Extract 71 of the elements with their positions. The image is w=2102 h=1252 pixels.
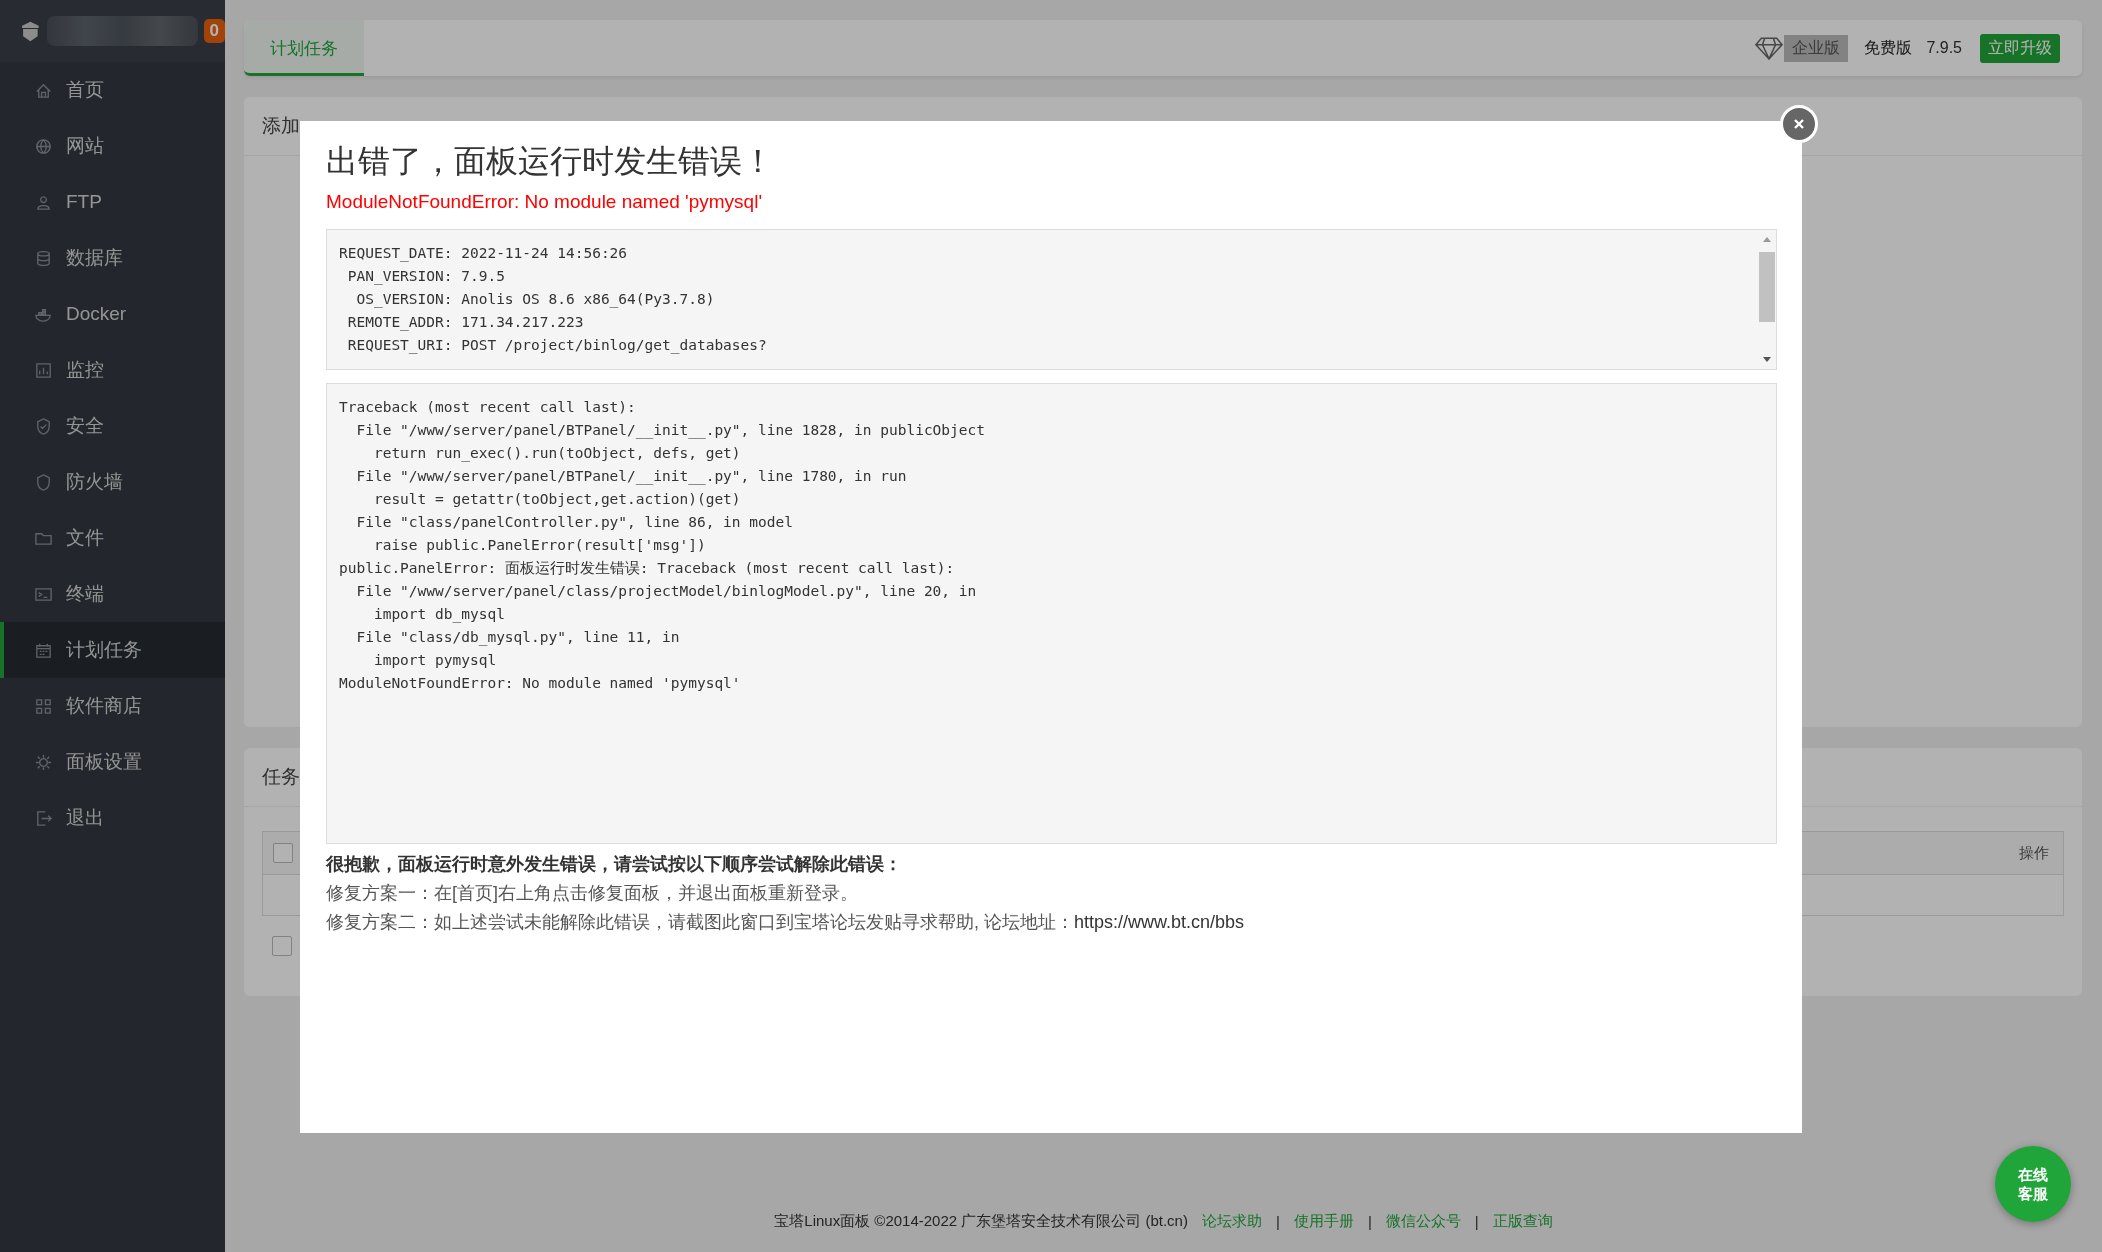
error-message: ModuleNotFoundError: No module named 'pymysql' — [326, 190, 763, 213]
footer-link[interactable]: 使用手册 — [1293, 1211, 1354, 1231]
notification-badge[interactable]: 0 — [203, 19, 225, 43]
diamond-icon — [1754, 36, 1785, 60]
code-line: raise public.PanelError(result['msg']) — [372, 535, 707, 555]
code-line: File "/www/server/panel/BTPanel/__init__.py", line 1780, in run — [355, 466, 908, 487]
code-line: REQUEST_URI: POST /project/binlog/get_databases? — [346, 335, 768, 356]
version-label: 7.9.5 — [1926, 39, 1962, 57]
separator: | — [1474, 1212, 1479, 1230]
logout-icon — [34, 808, 53, 828]
sidebar-item[interactable]: 面板设置 — [0, 734, 225, 790]
dialog-title: 出错了，面板运行时发生错误！ — [326, 142, 775, 181]
globe-icon — [34, 136, 53, 156]
sidebar-item[interactable]: Docker — [0, 286, 225, 342]
code-line: result = getattr(toObject,get.action)(get) — [372, 489, 742, 509]
code-line: ModuleNotFoundError: No module named 'pymysql' — [339, 673, 742, 693]
panel-title: 任务 — [262, 765, 300, 789]
footer-link[interactable]: 论坛求助 — [1201, 1211, 1262, 1231]
footer-link[interactable]: 微信公众号 — [1385, 1211, 1461, 1231]
sidebar-item[interactable]: 首页 — [0, 62, 225, 118]
edition-label: 免费版 — [1864, 37, 1913, 58]
sidebar-item[interactable]: 网站 — [0, 118, 225, 174]
code-line: OS_VERSION: Anolis OS 8.6 x86_64(Py3.7.8) — [355, 289, 716, 310]
code-line: File "/www/server/panel/BTPanel/__init__.py", line 1828, in publicObject — [355, 420, 986, 441]
code-line: REMOTE_ADDR: 171.34.217.223 — [346, 312, 585, 333]
sidebar-item[interactable]: 安全 — [0, 398, 225, 454]
sidebar-item[interactable]: 监控 — [0, 342, 225, 398]
code-line: REQUEST_DATE: 2022-11-24 14:56:26 — [339, 243, 629, 264]
column-header: 操作 — [2019, 843, 2049, 863]
code-line: File "class/panelController.py", line 86, in model — [355, 512, 794, 532]
help-text: 修复方案一：在[首页]右上角点击修复面板，并退出面板重新登录。 — [326, 881, 859, 905]
code-line: Traceback (most recent call last): — [339, 397, 637, 417]
sidebar-item[interactable]: 数据库 — [0, 230, 225, 286]
tab[interactable]: 计划任务 — [244, 20, 364, 76]
checkbox[interactable] — [273, 843, 293, 863]
chart-icon — [34, 360, 53, 380]
panel-title: 添加 — [262, 114, 300, 138]
sidebar-item[interactable]: 计划任务 — [0, 622, 225, 678]
copyright-text: 宝塔Linux面板 ©2014-2022 广东堡塔安全技术有限公司 (bt.cn) — [774, 1211, 1188, 1231]
code-line: public.PanelError: 面板运行时发生错误: Traceback (most recent call last): — [339, 558, 956, 578]
chat-button[interactable]: 在线客服 — [1995, 1146, 2071, 1222]
checkbox[interactable] — [272, 936, 292, 956]
sidebar-item[interactable]: 防火墙 — [0, 454, 225, 510]
sidebar-item[interactable]: 文件 — [0, 510, 225, 566]
sidebar-item[interactable]: 退出 — [0, 790, 225, 846]
code-line: PAN_VERSION: 7.9.5 — [346, 266, 506, 287]
code-line: return run_exec().run(toObject, defs, get) — [372, 443, 742, 464]
upgrade-button[interactable]: 立即升级 — [1980, 33, 2060, 63]
scroll-up-icon[interactable] — [1762, 235, 1772, 242]
shield-icon — [34, 472, 53, 492]
sidebar-item[interactable]: 终端 — [0, 566, 225, 622]
enterprise-badge[interactable]: 企业版 — [1784, 34, 1849, 62]
code-line: import pymysql — [372, 650, 498, 670]
sidebar-item[interactable]: 软件商店 — [0, 678, 225, 734]
code-line: File "/www/server/panel/class/projectModel/binlogModel.py", line 20, in — [355, 581, 978, 601]
forum-link[interactable]: https://www.bt.cn/bbs — [1074, 911, 1245, 932]
help-text: 修复方案二：如上述尝试未能解除此错误，请截图此窗口到宝塔论坛发贴寻求帮助, 论坛地址：https://www.bt.cn/bbs — [326, 910, 1246, 934]
logo-icon — [20, 19, 41, 43]
grid-icon — [34, 696, 53, 716]
separator: | — [1275, 1212, 1280, 1230]
scroll-thumb[interactable] — [1759, 251, 1775, 322]
shield-icon — [34, 416, 53, 436]
scroll-down-icon[interactable] — [1762, 356, 1772, 363]
code-line: File "class/db_mysql.py", line 11, in — [355, 627, 681, 648]
code-line: import db_mysql — [372, 604, 506, 625]
gear-icon — [34, 752, 53, 772]
footer-link[interactable]: 正版查询 — [1492, 1211, 1553, 1231]
help-heading: 很抱歉，面板运行时意外发生错误，请尝试按以下顺序尝试解除此错误： — [326, 852, 903, 876]
database-icon — [34, 248, 53, 268]
separator: | — [1367, 1212, 1372, 1230]
sidebar-item[interactable]: FTP — [0, 174, 225, 230]
